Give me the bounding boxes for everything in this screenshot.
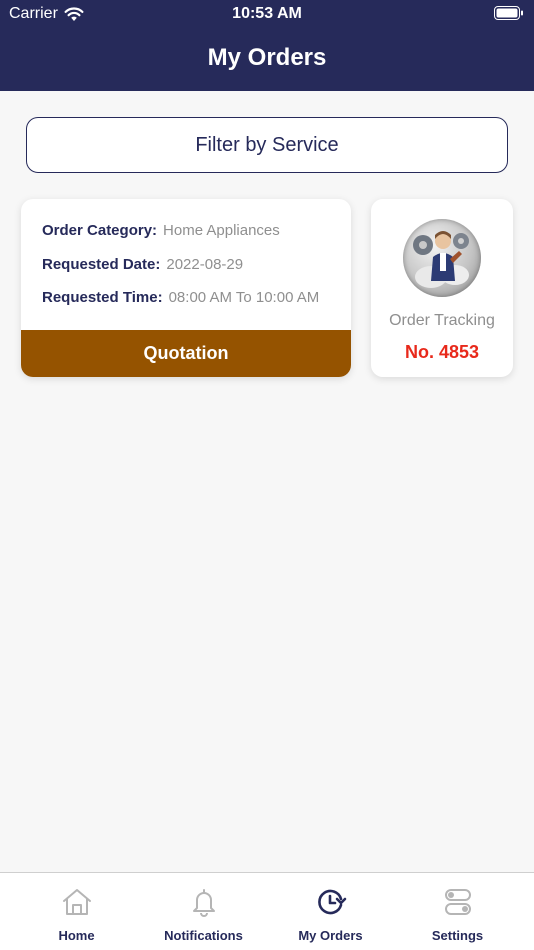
technician-illustration <box>413 231 469 288</box>
tab-settings-label: Settings <box>431 928 484 943</box>
requested-date-row: Requested Date: 2022-08-29 <box>42 256 243 273</box>
app-header: Carrier 10:53 AM My Orders <box>0 0 534 91</box>
tab-notifications[interactable]: Notifications <box>137 873 270 950</box>
order-tracking-card[interactable]: Order Tracking No. 4853 <box>371 199 513 377</box>
order-number: No. 4853 <box>404 342 480 362</box>
tab-my-orders-label: My Orders <box>298 928 363 943</box>
settings-toggle-icon <box>444 889 471 915</box>
orders-clock-icon <box>317 889 346 915</box>
requested-date-label: Requested Date: <box>42 256 161 273</box>
filter-by-service-button[interactable]: Filter by Service <box>26 117 508 173</box>
status-bar: Carrier 10:53 AM <box>0 0 534 28</box>
battery-icon <box>494 6 523 20</box>
order-card[interactable]: Order Category: Home Appliances Requested… <box>21 199 351 377</box>
order-category-value: Home Appliances <box>163 222 280 239</box>
tab-bar: Home Notifications My Orders Settings <box>0 872 534 950</box>
order-tracking-label: Order Tracking <box>389 312 495 329</box>
tab-settings[interactable]: Settings <box>391 873 524 950</box>
requested-time-value: 08:00 AM To 10:00 AM <box>168 289 320 306</box>
tab-notifications-label: Notifications <box>164 928 243 943</box>
status-time: 10:53 AM <box>232 5 302 22</box>
order-category-row: Order Category: Home Appliances <box>42 222 280 239</box>
requested-time-row: Requested Time: 08:00 AM To 10:00 AM <box>42 289 319 306</box>
home-icon <box>62 889 91 915</box>
tab-my-orders[interactable]: My Orders <box>264 873 397 950</box>
quotation-button[interactable]: Quotation <box>21 330 351 377</box>
requested-date-value: 2022-08-29 <box>166 256 244 273</box>
order-category-label: Order Category: <box>42 222 158 239</box>
page-title: My Orders <box>207 44 327 71</box>
bell-icon <box>192 889 215 917</box>
tab-home-label: Home <box>58 928 95 943</box>
tab-home[interactable]: Home <box>10 873 143 950</box>
requested-time-label: Requested Time: <box>42 289 163 306</box>
technician-avatar <box>403 219 481 297</box>
